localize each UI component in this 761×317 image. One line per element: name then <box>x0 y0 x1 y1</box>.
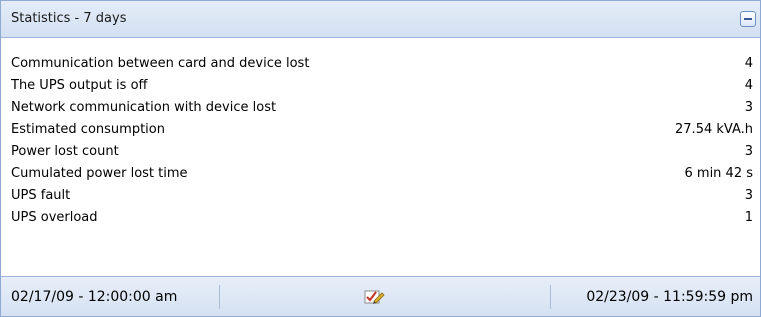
stat-label: UPS fault <box>11 188 71 203</box>
stat-label: Power lost count <box>11 144 119 159</box>
stat-value: 3 <box>744 100 753 115</box>
statistics-panel: Statistics - 7 days Communication betwee… <box>0 0 761 317</box>
stat-value: 4 <box>744 56 753 71</box>
stat-row: Network communication with device lost 3 <box>1 97 760 119</box>
stat-row: Communication between card and device lo… <box>1 53 760 75</box>
stat-value: 3 <box>744 188 753 203</box>
period-end-date: 02/23/09 - 11:59:59 pm <box>586 289 753 305</box>
stat-value: 27.54 kVA.h <box>675 122 753 137</box>
stat-row: Estimated consumption 27.54 kVA.h <box>1 119 760 141</box>
footer-divider <box>219 285 220 309</box>
stat-label: Estimated consumption <box>11 122 165 137</box>
stat-label: UPS overload <box>11 210 98 225</box>
stat-label: Cumulated power lost time <box>11 166 188 181</box>
stat-value: 6 min 42 s <box>684 166 754 181</box>
panel-header: Statistics - 7 days <box>1 1 760 38</box>
stat-row: UPS overload 1 <box>1 207 760 229</box>
stat-row: UPS fault 3 <box>1 185 760 207</box>
edit-period-button[interactable] <box>363 288 385 306</box>
stat-value: 4 <box>744 78 753 93</box>
footer-divider <box>550 285 551 309</box>
collapse-button[interactable] <box>740 11 756 27</box>
stat-row: Power lost count 3 <box>1 141 760 163</box>
minus-icon <box>744 18 752 20</box>
period-footer: 02/17/09 - 12:00:00 am 02/23/09 - 11:59:… <box>1 276 760 316</box>
period-start-date: 02/17/09 - 12:00:00 am <box>11 289 178 305</box>
panel-title: Statistics - 7 days <box>11 11 127 26</box>
stat-label: Communication between card and device lo… <box>11 56 310 71</box>
stat-value: 1 <box>744 210 753 225</box>
stat-label: The UPS output is off <box>11 78 148 93</box>
edit-period-icon <box>364 290 385 304</box>
stat-row: The UPS output is off 4 <box>1 75 760 97</box>
statistics-list: Communication between card and device lo… <box>1 53 760 229</box>
stat-value: 3 <box>744 144 753 159</box>
stat-label: Network communication with device lost <box>11 100 277 115</box>
stat-row: Cumulated power lost time 6 min 42 s <box>1 163 760 185</box>
